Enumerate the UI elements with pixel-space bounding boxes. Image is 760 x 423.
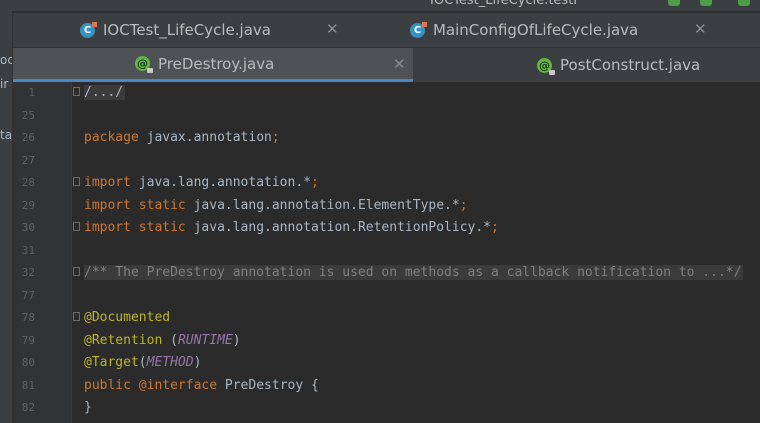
code-line: 27 (13, 150, 760, 172)
fold-icon[interactable] (73, 312, 80, 321)
line-number: 78 (21, 311, 35, 324)
tab-label: MainConfigOfLifeCycle.java (433, 21, 639, 39)
code-line: 28 import java.lang.annotation.*; (13, 172, 760, 194)
code-text: @Documented (84, 310, 171, 325)
project-panel-edge: oc ir ta (0, 11, 13, 423)
line-number: 29 (21, 198, 35, 212)
code-line: 31 (13, 240, 760, 262)
code-text: } (84, 400, 92, 415)
line-number: 31 (21, 243, 35, 257)
line-number: 26 (21, 131, 35, 144)
run-config-label[interactable]: IOCTest_LifeCycle.testI (430, 0, 577, 8)
line-number: 82 (21, 401, 35, 414)
code-text: import static java.lang.annotation.Reten… (84, 220, 499, 235)
close-icon[interactable]: ✕ (393, 55, 406, 73)
coverage-icon[interactable] (738, 0, 750, 6)
code-line: 26 package javax.annotation; (13, 127, 760, 149)
code-text: package javax.annotation; (84, 130, 280, 145)
tab-predestroy[interactable]: @ PreDestroy.java (13, 48, 413, 82)
fold-icon[interactable] (73, 177, 80, 186)
code-text: public @interface PreDestroy { (84, 377, 319, 393)
line-number: 79 (21, 333, 35, 347)
code-text: import java.lang.annotation.*; (84, 175, 319, 190)
folded-region[interactable]: /.../ (84, 85, 126, 100)
line-number: 30 (21, 221, 35, 234)
code-line: 32 /** The PreDestroy annotation is used… (13, 262, 760, 284)
run-icon[interactable] (668, 0, 680, 6)
fold-icon[interactable] (73, 87, 80, 96)
line-number: 81 (21, 378, 35, 392)
close-icon[interactable]: ✕ (326, 20, 339, 38)
line-number: 80 (21, 356, 35, 369)
close-icon[interactable]: ✕ (694, 20, 707, 38)
tab-mainconfig-lifecycle[interactable]: C MainConfigOfLifeCycle.java (410, 13, 638, 47)
tab-label: PreDestroy.java (158, 54, 275, 73)
code-text: @Target(METHOD) (84, 355, 202, 370)
code-line: 77 (13, 285, 760, 307)
fold-icon[interactable] (73, 267, 80, 276)
code-line: 82 } (13, 397, 760, 419)
code-line: 79 @Retention (RUNTIME) (13, 330, 760, 352)
code-line: 29 import static java.lang.annotation.El… (13, 195, 760, 217)
code-line: 25 (13, 105, 760, 127)
code-editor[interactable]: 1 /.../ 25 26 package javax.annotation; … (13, 82, 760, 423)
editor-tab-row: C IOCTest_LifeCycle.java ✕ C MainConfigO… (13, 13, 760, 48)
code-line: 80 @Target(METHOD) (13, 352, 760, 374)
line-number: 25 (21, 108, 35, 122)
code-line: 30 import static java.lang.annotation.Re… (13, 217, 760, 239)
editor-tab-row: @ PreDestroy.java ✕ @ PostConstruct.java (13, 48, 760, 82)
line-number: 1 (28, 86, 35, 99)
top-toolbar-strip: IOCTest_LifeCycle.testI (0, 0, 760, 11)
tab-postconstruct[interactable]: @ PostConstruct.java (537, 48, 700, 82)
annotation-icon: @ (135, 56, 153, 73)
project-panel-text: oc (0, 53, 13, 67)
tab-ioctest-lifecycle[interactable]: C IOCTest_LifeCycle.java (80, 13, 271, 47)
code-text: @Retention (RUNTIME) (84, 332, 241, 348)
tab-label: IOCTest_LifeCycle.java (103, 21, 271, 39)
java-class-icon: C (80, 21, 97, 38)
code-line: 81 public @interface PreDestroy { (13, 375, 760, 397)
annotation-icon: @ (537, 57, 555, 75)
java-class-icon: C (410, 21, 427, 38)
project-panel-text: ir (0, 77, 9, 91)
line-number: 27 (21, 153, 35, 167)
lock-icon (147, 68, 153, 73)
line-number: 77 (21, 288, 35, 302)
line-number: 28 (21, 176, 35, 189)
code-text: import static java.lang.annotation.Eleme… (84, 197, 468, 213)
line-number: 32 (21, 266, 35, 279)
code-line: 78 @Documented (13, 307, 760, 329)
folded-javadoc[interactable]: /** The PreDestroy annotation is used on… (84, 265, 744, 280)
lock-icon (549, 69, 555, 75)
code-line: 1 /.../ (13, 82, 760, 104)
fold-icon[interactable] (73, 222, 80, 231)
debug-icon[interactable] (700, 0, 712, 6)
tab-label: PostConstruct.java (560, 56, 701, 74)
project-panel-text: ta (0, 128, 13, 142)
